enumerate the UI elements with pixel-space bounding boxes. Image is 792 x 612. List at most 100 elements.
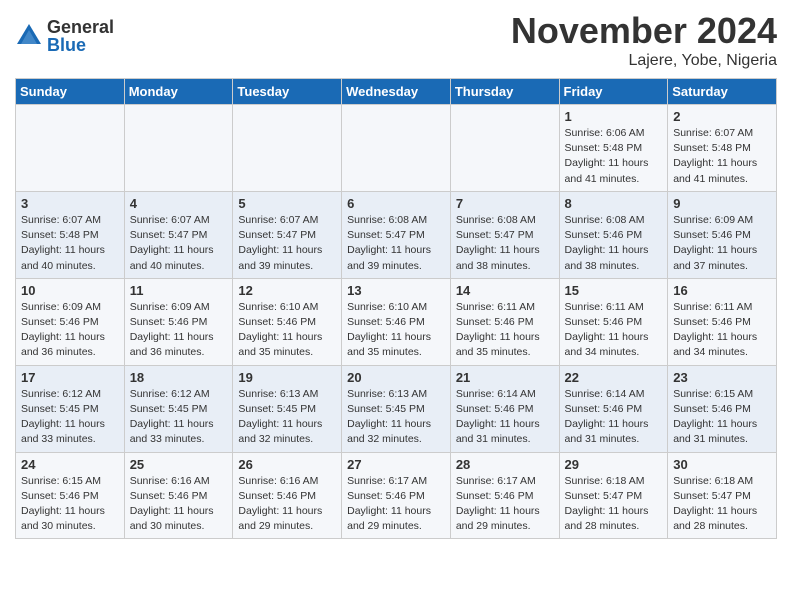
day-number: 26 <box>238 457 336 472</box>
day-info: Sunrise: 6:11 AM Sunset: 5:46 PM Dayligh… <box>673 300 771 361</box>
day-info: Sunrise: 6:09 AM Sunset: 5:46 PM Dayligh… <box>130 300 228 361</box>
day-number: 22 <box>565 370 663 385</box>
page-header: General Blue November 2024 Lajere, Yobe,… <box>15 10 777 70</box>
day-info: Sunrise: 6:18 AM Sunset: 5:47 PM Dayligh… <box>565 474 663 535</box>
calendar-cell: 7 Sunrise: 6:08 AM Sunset: 5:47 PM Daylig… <box>450 191 559 278</box>
title-area: November 2024 Lajere, Yobe, Nigeria <box>511 10 777 70</box>
calendar-cell: 11 Sunrise: 6:09 AM Sunset: 5:46 PM Dayli… <box>124 278 233 365</box>
day-number: 2 <box>673 109 771 124</box>
calendar-cell: 4 Sunrise: 6:07 AM Sunset: 5:47 PM Daylig… <box>124 191 233 278</box>
day-number: 15 <box>565 283 663 298</box>
calendar-cell: 8 Sunrise: 6:08 AM Sunset: 5:46 PM Daylig… <box>559 191 668 278</box>
day-info: Sunrise: 6:08 AM Sunset: 5:47 PM Dayligh… <box>456 213 554 274</box>
calendar-cell: 13 Sunrise: 6:10 AM Sunset: 5:46 PM Dayli… <box>342 278 451 365</box>
day-info: Sunrise: 6:14 AM Sunset: 5:46 PM Dayligh… <box>565 387 663 448</box>
header-day-friday: Friday <box>559 79 668 105</box>
day-info: Sunrise: 6:10 AM Sunset: 5:46 PM Dayligh… <box>347 300 445 361</box>
calendar-cell: 22 Sunrise: 6:14 AM Sunset: 5:46 PM Dayli… <box>559 365 668 452</box>
day-number: 4 <box>130 196 228 211</box>
day-info: Sunrise: 6:17 AM Sunset: 5:46 PM Dayligh… <box>456 474 554 535</box>
calendar-cell: 10 Sunrise: 6:09 AM Sunset: 5:46 PM Dayli… <box>16 278 125 365</box>
day-number: 10 <box>21 283 119 298</box>
day-number: 24 <box>21 457 119 472</box>
day-info: Sunrise: 6:15 AM Sunset: 5:46 PM Dayligh… <box>673 387 771 448</box>
day-info: Sunrise: 6:08 AM Sunset: 5:46 PM Dayligh… <box>565 213 663 274</box>
header-day-tuesday: Tuesday <box>233 79 342 105</box>
calendar-cell: 15Sunrise: 6:11 AM Sunset: 5:46 PM Dayli… <box>559 278 668 365</box>
calendar-table: SundayMondayTuesdayWednesdayThursdayFrid… <box>15 78 777 539</box>
header-day-thursday: Thursday <box>450 79 559 105</box>
day-info: Sunrise: 6:13 AM Sunset: 5:45 PM Dayligh… <box>347 387 445 448</box>
day-number: 5 <box>238 196 336 211</box>
day-number: 7 <box>456 196 554 211</box>
day-number: 16 <box>673 283 771 298</box>
calendar-cell: 23 Sunrise: 6:15 AM Sunset: 5:46 PM Dayli… <box>668 365 777 452</box>
logo-text: General Blue <box>47 18 114 54</box>
calendar-cell: 2 Sunrise: 6:07 AM Sunset: 5:48 PM Daylig… <box>668 105 777 192</box>
day-info: Sunrise: 6:14 AM Sunset: 5:46 PM Dayligh… <box>456 387 554 448</box>
calendar-cell: 1 Sunrise: 6:06 AM Sunset: 5:48 PM Daylig… <box>559 105 668 192</box>
day-number: 13 <box>347 283 445 298</box>
day-number: 20 <box>347 370 445 385</box>
day-number: 3 <box>21 196 119 211</box>
day-number: 18 <box>130 370 228 385</box>
day-number: 8 <box>565 196 663 211</box>
day-info: Sunrise: 6:18 AM Sunset: 5:47 PM Dayligh… <box>673 474 771 535</box>
day-info: Sunrise: 6:07 AM Sunset: 5:48 PM Dayligh… <box>673 126 771 187</box>
logo-icon <box>15 22 43 50</box>
day-info: Sunrise: 6:16 AM Sunset: 5:46 PM Dayligh… <box>238 474 336 535</box>
day-info: Sunrise: 6:09 AM Sunset: 5:46 PM Dayligh… <box>21 300 119 361</box>
calendar-cell <box>450 105 559 192</box>
calendar-cell: 9 Sunrise: 6:09 AM Sunset: 5:46 PM Daylig… <box>668 191 777 278</box>
calendar-cell: 20 Sunrise: 6:13 AM Sunset: 5:45 PM Dayli… <box>342 365 451 452</box>
calendar-cell: 28 Sunrise: 6:17 AM Sunset: 5:46 PM Dayli… <box>450 452 559 539</box>
day-info: Sunrise: 6:17 AM Sunset: 5:46 PM Dayligh… <box>347 474 445 535</box>
calendar-cell: 3 Sunrise: 6:07 AM Sunset: 5:48 PM Daylig… <box>16 191 125 278</box>
header-day-monday: Monday <box>124 79 233 105</box>
calendar-cell: 16 Sunrise: 6:11 AM Sunset: 5:46 PM Dayli… <box>668 278 777 365</box>
location-text: Lajere, Yobe, Nigeria <box>511 52 777 70</box>
logo-general-text: General <box>47 18 114 36</box>
calendar-cell <box>16 105 125 192</box>
calendar-header-row: SundayMondayTuesdayWednesdayThursdayFrid… <box>16 79 777 105</box>
day-info: Sunrise: 6:07 AM Sunset: 5:48 PM Dayligh… <box>21 213 119 274</box>
day-number: 9 <box>673 196 771 211</box>
calendar-week-row: 24Sunrise: 6:15 AM Sunset: 5:46 PM Dayli… <box>16 452 777 539</box>
calendar-cell: 26 Sunrise: 6:16 AM Sunset: 5:46 PM Dayli… <box>233 452 342 539</box>
header-day-wednesday: Wednesday <box>342 79 451 105</box>
calendar-cell: 18 Sunrise: 6:12 AM Sunset: 5:45 PM Dayli… <box>124 365 233 452</box>
day-info: Sunrise: 6:12 AM Sunset: 5:45 PM Dayligh… <box>21 387 119 448</box>
calendar-cell: 29Sunrise: 6:18 AM Sunset: 5:47 PM Dayli… <box>559 452 668 539</box>
day-info: Sunrise: 6:09 AM Sunset: 5:46 PM Dayligh… <box>673 213 771 274</box>
logo-blue-text: Blue <box>47 36 114 54</box>
header-day-saturday: Saturday <box>668 79 777 105</box>
day-number: 14 <box>456 283 554 298</box>
calendar-cell: 19Sunrise: 6:13 AM Sunset: 5:45 PM Dayli… <box>233 365 342 452</box>
day-info: Sunrise: 6:13 AM Sunset: 5:45 PM Dayligh… <box>238 387 336 448</box>
calendar-cell: 27 Sunrise: 6:17 AM Sunset: 5:46 PM Dayli… <box>342 452 451 539</box>
calendar-cell: 12Sunrise: 6:10 AM Sunset: 5:46 PM Dayli… <box>233 278 342 365</box>
day-info: Sunrise: 6:08 AM Sunset: 5:47 PM Dayligh… <box>347 213 445 274</box>
day-info: Sunrise: 6:07 AM Sunset: 5:47 PM Dayligh… <box>130 213 228 274</box>
month-title: November 2024 <box>511 10 777 52</box>
calendar-week-row: 3 Sunrise: 6:07 AM Sunset: 5:48 PM Daylig… <box>16 191 777 278</box>
calendar-week-row: 1 Sunrise: 6:06 AM Sunset: 5:48 PM Daylig… <box>16 105 777 192</box>
day-number: 28 <box>456 457 554 472</box>
day-number: 27 <box>347 457 445 472</box>
day-number: 11 <box>130 283 228 298</box>
calendar-week-row: 17Sunrise: 6:12 AM Sunset: 5:45 PM Dayli… <box>16 365 777 452</box>
day-info: Sunrise: 6:07 AM Sunset: 5:47 PM Dayligh… <box>238 213 336 274</box>
day-number: 25 <box>130 457 228 472</box>
calendar-cell: 5 Sunrise: 6:07 AM Sunset: 5:47 PM Daylig… <box>233 191 342 278</box>
day-number: 6 <box>347 196 445 211</box>
calendar-cell: 17Sunrise: 6:12 AM Sunset: 5:45 PM Dayli… <box>16 365 125 452</box>
day-number: 1 <box>565 109 663 124</box>
calendar-week-row: 10 Sunrise: 6:09 AM Sunset: 5:46 PM Dayli… <box>16 278 777 365</box>
calendar-cell <box>233 105 342 192</box>
logo: General Blue <box>15 18 114 54</box>
day-info: Sunrise: 6:06 AM Sunset: 5:48 PM Dayligh… <box>565 126 663 187</box>
day-number: 23 <box>673 370 771 385</box>
calendar-cell <box>124 105 233 192</box>
day-info: Sunrise: 6:12 AM Sunset: 5:45 PM Dayligh… <box>130 387 228 448</box>
day-info: Sunrise: 6:11 AM Sunset: 5:46 PM Dayligh… <box>456 300 554 361</box>
